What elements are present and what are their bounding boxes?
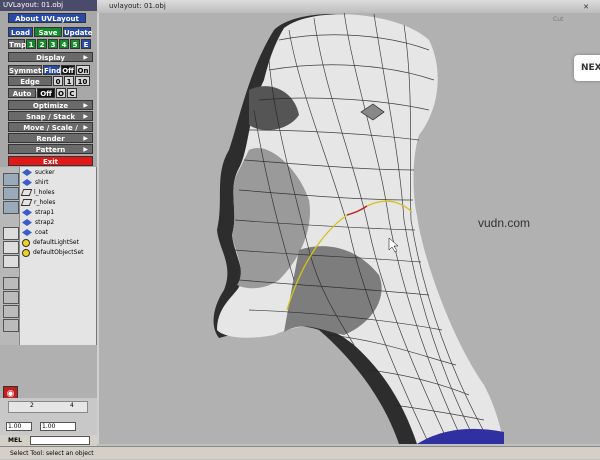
mesh-icon [22, 179, 32, 186]
tick-label: 2 [30, 402, 34, 409]
panel-title: UVLayout: 01.obj [0, 0, 97, 11]
mesh-icon [22, 229, 32, 236]
tmp-5-button[interactable]: 5 [70, 39, 80, 49]
outliner-label: sucker [35, 169, 55, 176]
render-label: Render [36, 135, 65, 143]
edge-0-button[interactable]: 0 [53, 76, 63, 86]
mesh-icon [22, 169, 32, 176]
pattern-label: Pattern [35, 146, 66, 154]
hypershade-layout-icon[interactable] [3, 305, 19, 318]
auto-fit-label: Auto Fit [8, 88, 36, 108]
auto-fit-c-button[interactable]: C [67, 88, 77, 98]
curve-icon [20, 199, 33, 206]
outliner-item-default-object-set[interactable]: defaultObjectSet [22, 248, 84, 257]
tmp-4-button[interactable]: 4 [59, 39, 69, 49]
chevron-right-icon: ▶ [83, 124, 88, 131]
next-button[interactable]: NEX [574, 55, 600, 81]
symmetry-off-button[interactable]: Off [61, 65, 75, 75]
snap-stack-label: Snap / Stack [25, 113, 76, 121]
optimize-label: Optimize [32, 102, 69, 110]
pattern-menu[interactable]: Pattern ▶ [8, 144, 93, 154]
outliner-item-strap1[interactable]: strap1 [22, 208, 54, 217]
close-icon[interactable]: ✕ [577, 2, 595, 12]
mesh-icon [22, 209, 32, 216]
tool-shelf [0, 167, 20, 345]
tmp-e-button[interactable]: E [81, 39, 91, 49]
optimize-menu[interactable]: Optimize ▶ [8, 100, 93, 110]
render-layout-icon[interactable] [3, 319, 19, 332]
set-icon [22, 238, 30, 247]
symmetry-label: Symmetry [8, 65, 50, 75]
outliner-item-strap2[interactable]: strap2 [22, 218, 54, 227]
edge-1-button[interactable]: 1 [64, 76, 74, 86]
outliner-layout-icon[interactable] [3, 277, 19, 290]
mel-command-input[interactable] [30, 436, 90, 445]
chevron-right-icon: ▶ [83, 113, 88, 120]
display-menu[interactable]: Display ▶ [8, 52, 93, 62]
outliner-label: coat [35, 229, 48, 236]
select-tool-icon[interactable] [3, 173, 19, 186]
outliner-label: defaultLightSet [33, 239, 79, 246]
edge-extend-label: Edge Extend [8, 76, 52, 96]
status-line: Select Tool: select an object [0, 446, 600, 459]
curve-icon [20, 189, 33, 196]
outliner-label: l_holes [34, 189, 55, 196]
outliner-label: r_holes [34, 199, 56, 206]
save-button[interactable]: Save [34, 27, 62, 37]
outliner-item-shirt[interactable]: shirt [22, 178, 48, 187]
outliner-item-sucker[interactable]: sucker [22, 168, 55, 177]
outliner-label: strap2 [35, 219, 55, 226]
tool-panel: UVLayout: 01.obj About UVLayout Load Sav… [0, 0, 97, 167]
chevron-right-icon: ▶ [83, 102, 88, 109]
outliner-label: strap1 [35, 209, 55, 216]
render-menu[interactable]: Render ▶ [8, 133, 93, 143]
display-label: Display [36, 54, 65, 62]
end-time-input[interactable] [40, 422, 76, 431]
tmp-2-button[interactable]: 2 [37, 39, 47, 49]
outliner-item-coat[interactable]: coat [22, 228, 48, 237]
about-button[interactable]: About UVLayout [8, 13, 86, 23]
watermark: vudn.com [478, 216, 531, 230]
layout-four-icon[interactable] [3, 241, 19, 254]
tmp-1-button[interactable]: 1 [26, 39, 36, 49]
time-slider[interactable] [8, 401, 88, 413]
move-scale-rotate-menu[interactable]: Move / Scale / Rotate▶ [8, 122, 93, 142]
set-icon [22, 248, 30, 257]
outliner-item-default-light-set[interactable]: defaultLightSet [22, 238, 79, 247]
snap-stack-menu[interactable]: Snap / Stack ▶ [8, 111, 93, 121]
mesh-icon [22, 219, 32, 226]
auto-fit-off-button[interactable]: Off [37, 88, 55, 98]
graph-layout-icon[interactable] [3, 291, 19, 304]
load-button[interactable]: Load [8, 27, 33, 37]
cut-label: Cut [553, 16, 564, 23]
edge-10-button[interactable]: 10 [75, 76, 90, 86]
chevron-right-icon: ▶ [83, 54, 88, 61]
tmp-label: Tmp [8, 39, 27, 49]
lasso-tool-icon[interactable] [3, 187, 19, 200]
symmetry-on-button[interactable]: On [76, 65, 90, 75]
auto-fit-o-button[interactable]: O [56, 88, 66, 98]
tmp-3-button[interactable]: 3 [48, 39, 58, 49]
chevron-right-icon: ▶ [83, 135, 88, 142]
exit-button[interactable]: Exit [8, 156, 93, 166]
layout-single-icon[interactable] [3, 227, 19, 240]
update-button[interactable]: Update [63, 27, 93, 37]
layout-two-icon[interactable] [3, 255, 19, 268]
outliner-item-r-holes[interactable]: r_holes [20, 198, 56, 207]
outliner-item-l-holes[interactable]: l_holes [20, 188, 55, 197]
outliner-label: shirt [35, 179, 49, 186]
start-time-input[interactable] [6, 422, 32, 431]
viewport-title: uvlayout: 01.obj [97, 0, 600, 13]
chevron-right-icon: ▶ [83, 146, 88, 153]
tick-label: 4 [70, 402, 74, 409]
move-tool-icon[interactable] [3, 201, 19, 214]
outliner-label: defaultObjectSet [33, 249, 84, 256]
find-button[interactable]: Find [43, 65, 61, 75]
